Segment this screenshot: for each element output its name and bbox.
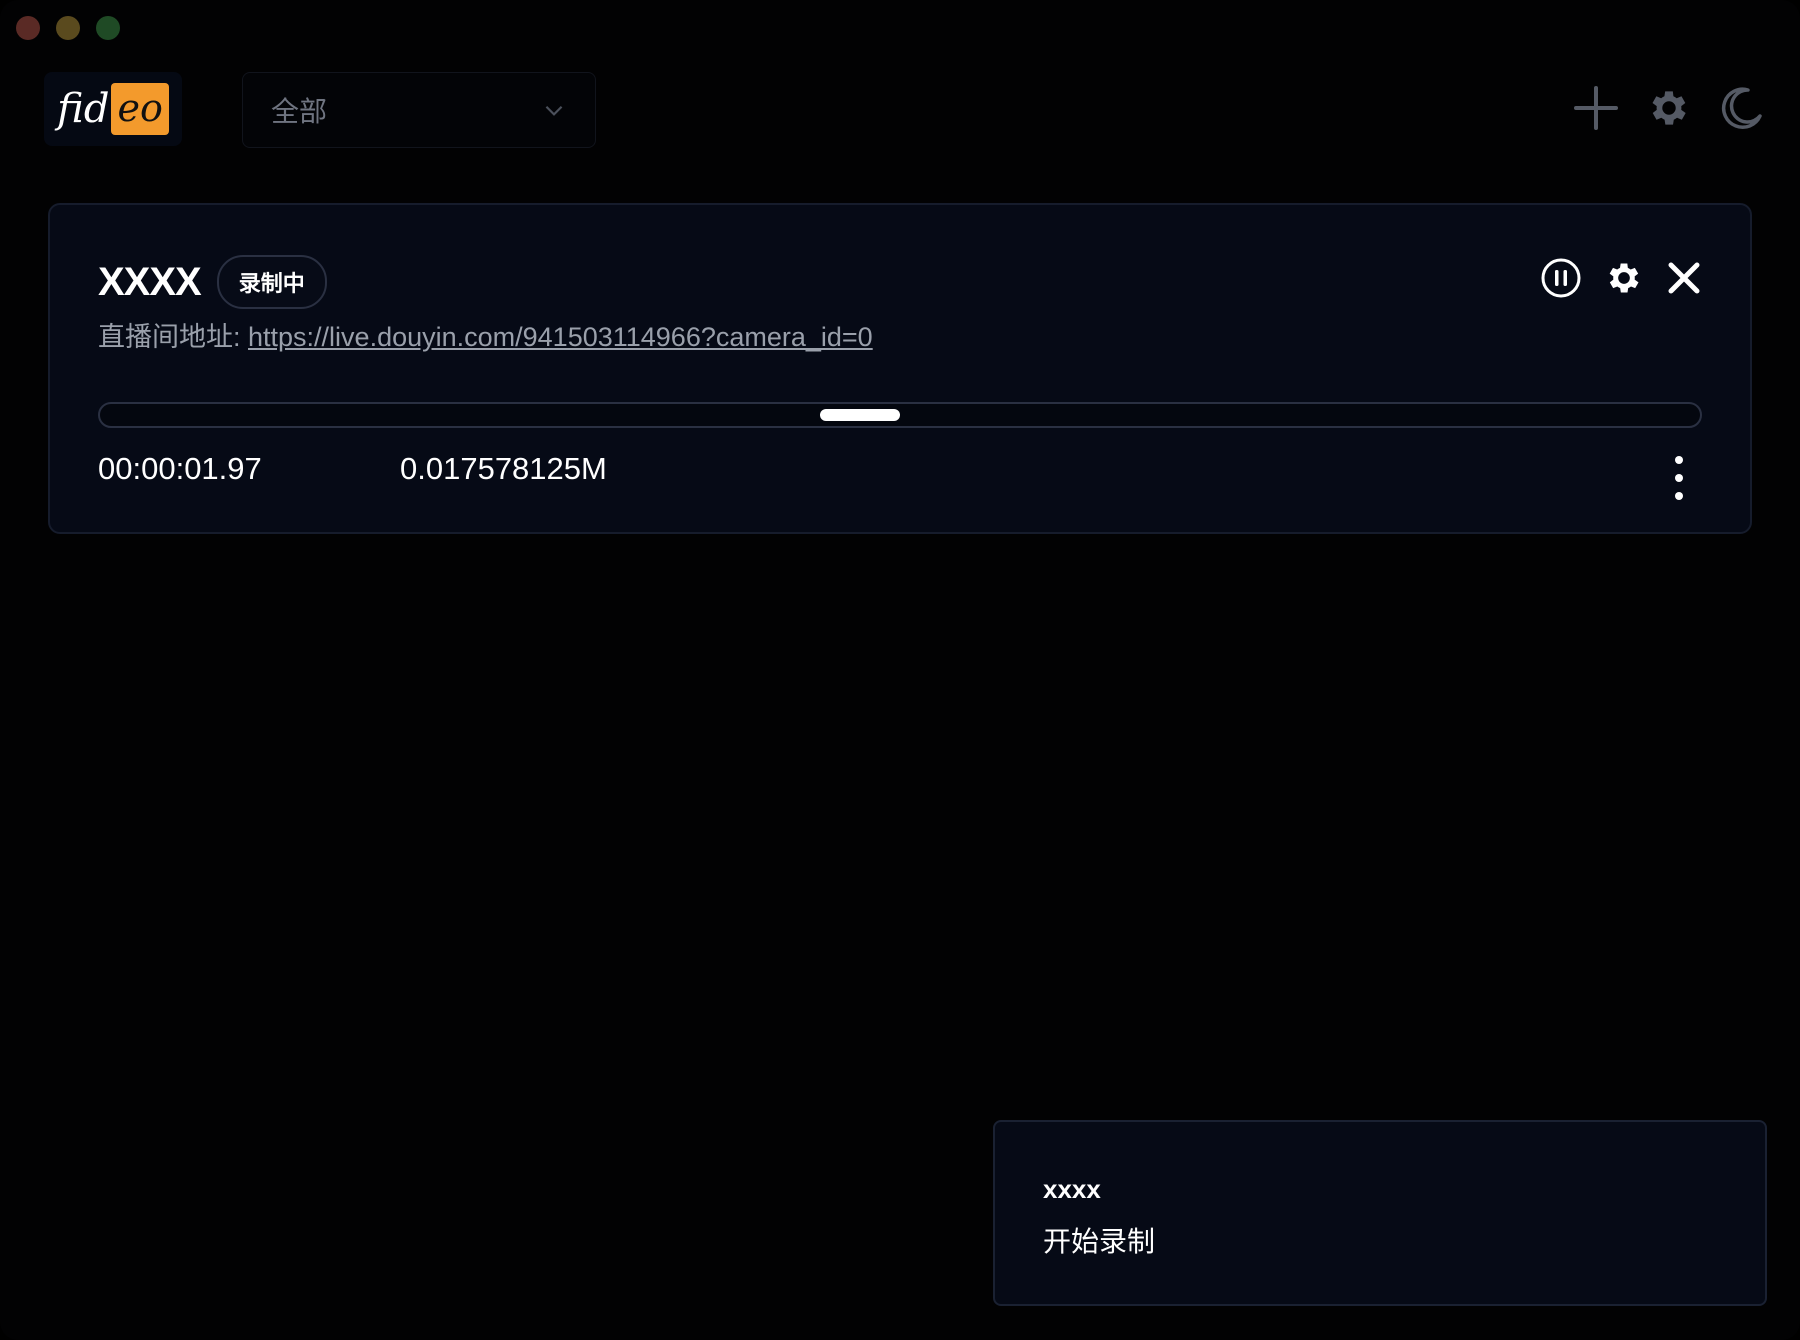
app-logo: fid eo: [44, 72, 182, 146]
window-maximize-button[interactable]: [96, 16, 120, 40]
recording-title-row: XXXX 录制中: [98, 255, 327, 309]
toast-message: 开始录制: [1043, 1226, 1156, 1257]
recording-actions: [1540, 257, 1702, 299]
more-options-icon[interactable]: [1672, 455, 1686, 501]
status-badge: 录制中: [216, 255, 327, 309]
add-icon[interactable]: [1572, 84, 1620, 132]
moon-icon[interactable]: [1718, 84, 1766, 132]
recording-title: XXXX: [98, 259, 202, 304]
recording-file-size: 0.017578125M: [400, 451, 607, 486]
recording-duration: 00:00:01.97: [98, 451, 262, 486]
window-minimize-button[interactable]: [56, 16, 80, 40]
category-select[interactable]: 全部: [242, 72, 596, 148]
gear-icon[interactable]: [1646, 85, 1692, 131]
room-url-label: 直播间地址:: [98, 322, 249, 352]
app-window: fid eo 全部 XXXX 录制中 直播间地址: https://live.d…: [0, 0, 1800, 1340]
logo-text-left: fid: [57, 86, 110, 132]
pause-icon[interactable]: [1540, 257, 1582, 299]
close-icon[interactable]: [1666, 260, 1702, 296]
recording-card: XXXX 录制中 直播间地址: https://live.douyin.com/…: [48, 203, 1752, 534]
window-close-button[interactable]: [16, 16, 40, 40]
room-url-link[interactable]: https://live.douyin.com/941503114966?cam…: [248, 322, 873, 352]
logo-text-right: eo: [111, 83, 169, 135]
notification-toast: xxxx 开始录制: [993, 1120, 1767, 1306]
gear-icon[interactable]: [1604, 258, 1644, 298]
chevron-down-icon: [545, 105, 563, 116]
room-url-line: 直播间地址: https://live.douyin.com/941503114…: [98, 315, 873, 354]
recording-progress-indicator: [820, 409, 900, 421]
recording-progress-bar: [98, 402, 1702, 428]
toast-title: xxxx: [1043, 1174, 1101, 1204]
category-select-value: 全部: [271, 96, 328, 127]
window-controls: [16, 16, 120, 40]
header-actions: [1572, 84, 1766, 132]
